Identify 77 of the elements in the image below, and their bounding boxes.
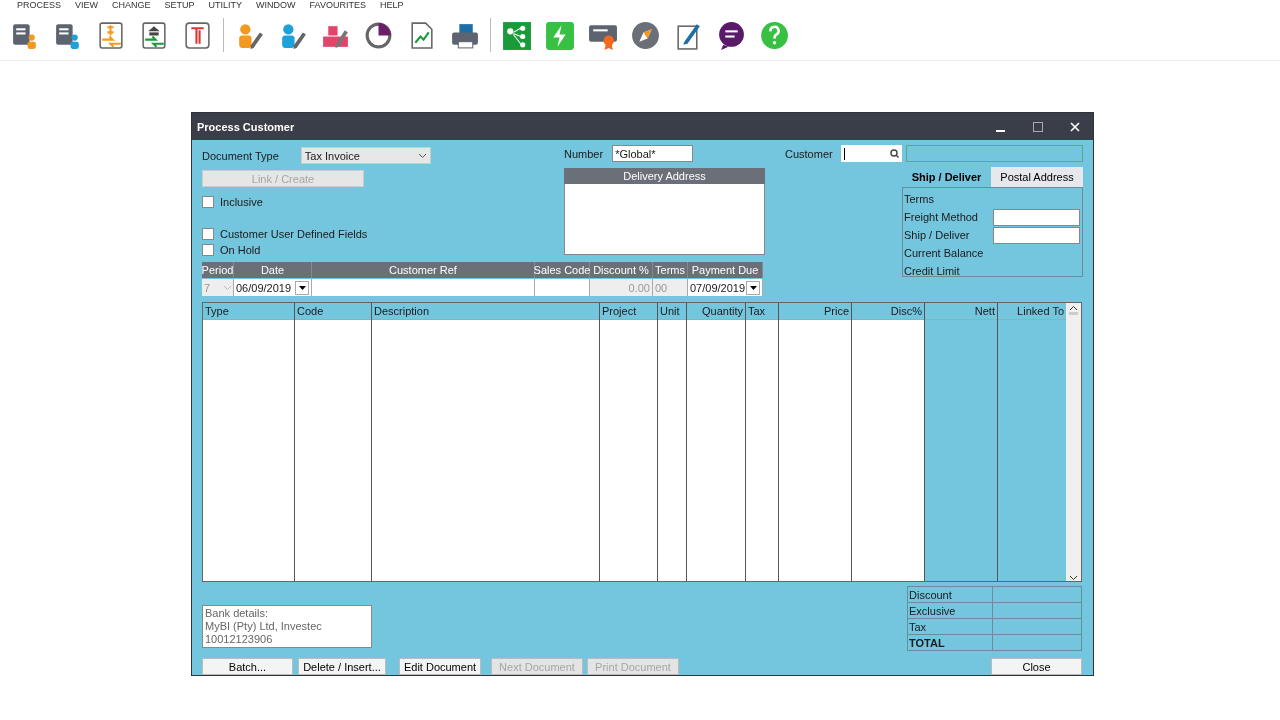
panel-header: Delivery Address	[564, 168, 765, 184]
menu-item[interactable]: HELP	[379, 0, 404, 10]
column-header[interactable]: Price	[779, 303, 851, 320]
menu-item[interactable]: UTILITY	[208, 0, 243, 10]
input-field[interactable]	[312, 279, 535, 296]
delivery-address-field[interactable]	[564, 184, 765, 255]
tab[interactable]: Postal Address	[991, 167, 1083, 187]
field-label: Current Balance	[904, 247, 985, 259]
total-label: Exclusive	[908, 603, 992, 619]
checkbox[interactable]	[202, 228, 214, 240]
menu-item[interactable]: SETUP	[164, 0, 195, 10]
window-title: Process Customer	[197, 120, 296, 133]
menu-item[interactable]: FAVOURITES	[309, 0, 366, 10]
checkbox[interactable]	[202, 244, 214, 256]
date-field[interactable]: 07/09/2019	[688, 279, 763, 296]
total-label: Tax	[908, 619, 992, 635]
input-field[interactable]	[535, 279, 590, 296]
document-type-dropdown[interactable]: Tax Invoice	[300, 147, 431, 164]
column-header[interactable]: Description	[372, 303, 599, 320]
column-header[interactable]: Project	[600, 303, 657, 320]
input-field[interactable]	[993, 208, 1080, 226]
checkbox[interactable]	[202, 196, 214, 208]
chat-icon	[716, 19, 747, 51]
help-icon	[759, 19, 790, 51]
field-label: Number	[564, 147, 604, 160]
bank-details-text: Bank details: MyBI (Pty) Ltd, Investec 10012123906	[202, 605, 372, 648]
field-label: Ship / Deliver	[904, 229, 971, 241]
chevron-down-icon	[224, 285, 231, 290]
column-header: Date	[234, 262, 312, 278]
column-header[interactable]: Code	[295, 303, 371, 320]
dropdown-arrow-icon	[749, 285, 757, 290]
column-header[interactable]: Type	[203, 303, 294, 320]
action-button[interactable]: Edit Document	[399, 658, 481, 675]
close-button[interactable]: Close	[991, 658, 1082, 675]
checkbox-label: Inclusive	[220, 196, 263, 208]
field-label: Customer	[785, 147, 833, 160]
column-header: Period	[202, 262, 234, 278]
lightning-icon	[544, 19, 575, 51]
date-field[interactable]: 06/09/2019	[234, 279, 312, 296]
number-field[interactable]: *Global*	[612, 145, 694, 162]
field-label: Document Type	[202, 149, 279, 162]
column-header: Sales Code	[535, 262, 590, 278]
maximize-icon	[1032, 121, 1043, 132]
scroll-up-icon	[1069, 303, 1078, 315]
column-header[interactable]: Quantity	[687, 303, 745, 320]
action-button[interactable]: Delete / Insert...	[298, 658, 386, 675]
checkbox-label: Customer User Defined Fields	[220, 228, 368, 240]
column-header[interactable]: Disc%	[852, 303, 924, 320]
scroll-down-icon	[1069, 575, 1078, 581]
column-header: Discount %	[590, 262, 653, 278]
scrollbar[interactable]	[1066, 303, 1081, 581]
compass-icon	[630, 19, 661, 51]
input-field[interactable]	[993, 226, 1080, 244]
column-header: Terms	[653, 262, 688, 278]
menu-item[interactable]: WINDOW	[256, 0, 296, 10]
chevron-down-icon	[417, 152, 427, 159]
customer-field[interactable]	[840, 145, 902, 162]
letter-t-icon	[182, 19, 213, 51]
field-label: Freight Method	[904, 211, 979, 223]
column-header[interactable]: Unit	[658, 303, 686, 320]
column-header: Payment Due	[688, 262, 763, 278]
minimize-icon	[996, 129, 1005, 132]
menu-item[interactable]: VIEW	[75, 0, 99, 10]
menu-item[interactable]: CHANGE	[112, 0, 151, 10]
dropdown-arrow-icon	[298, 285, 306, 290]
org-chart-icon	[501, 19, 532, 51]
total-label: TOTAL	[908, 635, 992, 651]
column-header[interactable]: Tax	[746, 303, 778, 320]
menu-item[interactable]: PROCESS	[17, 0, 61, 10]
checkbox-label: On Hold	[220, 244, 261, 256]
close-icon	[1069, 121, 1080, 132]
action-button[interactable]: Batch...	[202, 658, 293, 675]
total-label: Discount	[908, 587, 992, 603]
search-icon	[889, 149, 899, 158]
column-header: Customer Ref	[312, 262, 535, 278]
field-label: Terms	[904, 193, 935, 205]
field-label: Credit Limit	[904, 265, 961, 277]
